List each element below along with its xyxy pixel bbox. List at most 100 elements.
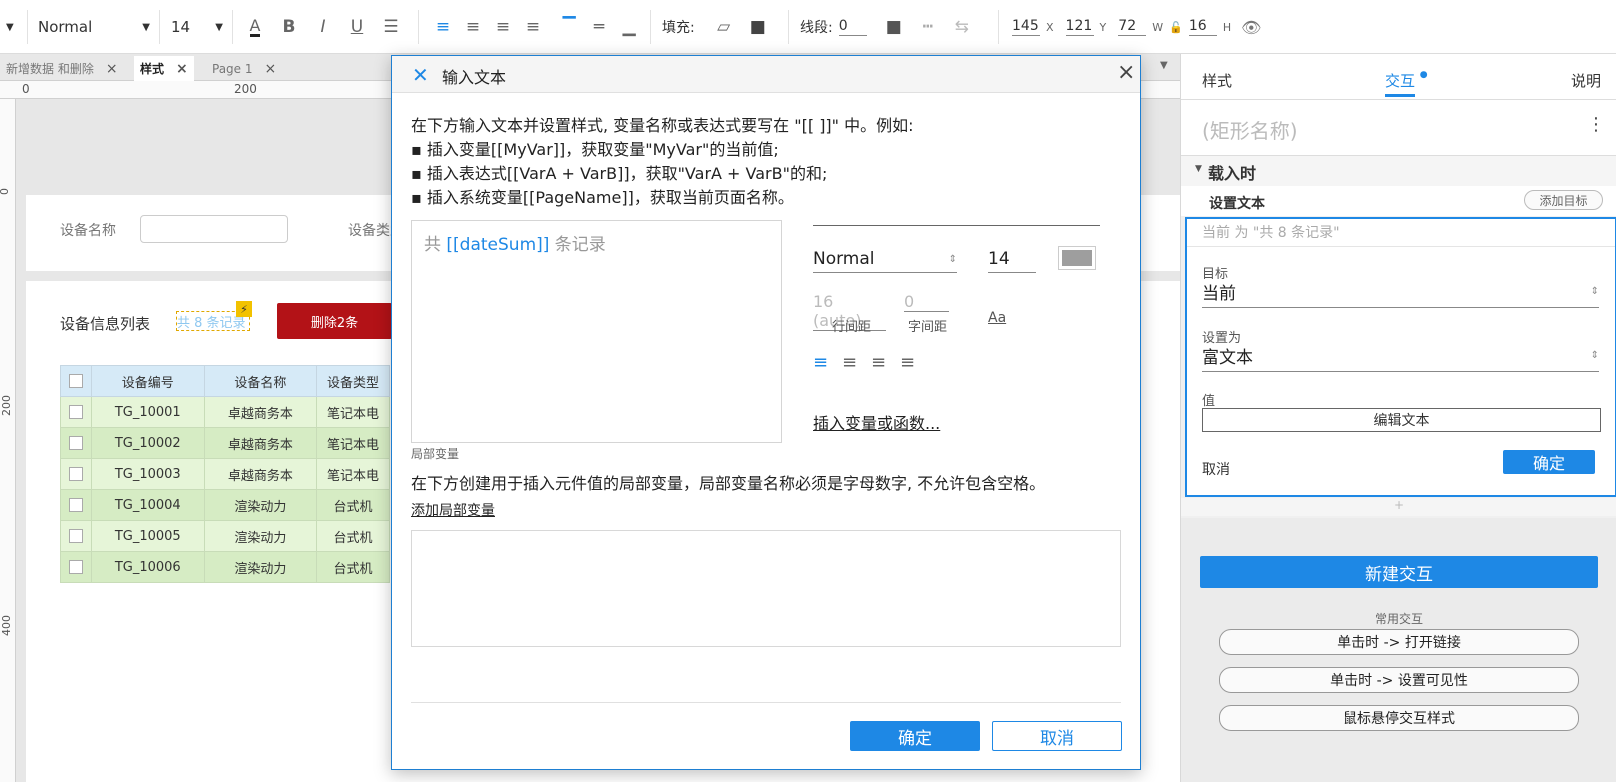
align-right-icon[interactable]: ≡ [490,14,516,40]
font-color-icon[interactable]: A [242,14,268,40]
app-logo-icon: ✕ [412,63,429,87]
table-row[interactable]: TG_10005 渲染动力 台式机 [60,520,390,552]
align-left-icon[interactable]: ≡ [813,352,842,373]
add-target-button[interactable]: 添加目标 [1524,190,1603,210]
vertical-ruler: 0 200 400 [0,99,16,782]
close-icon[interactable]: × [265,61,277,77]
text-editor[interactable]: 共 [[dateSum]] 条记录 [411,220,782,443]
letter-spacing-input[interactable]: 0 [904,292,949,312]
right-panel: 样式 交互 ● 说明 (矩形名称) ⋮ ▼ 载入时 设置文本 添加目标 当前 为… [1180,54,1616,782]
font-style-select[interactable]: Normal ⇕ [813,249,957,273]
local-vars-list[interactable] [411,530,1121,647]
dialog-cancel-button[interactable]: 取消 [992,721,1122,751]
fill-color-icon[interactable]: ■ [745,14,771,40]
align-justify-icon[interactable]: ≡ [520,14,546,40]
add-local-var-link[interactable]: 添加局部变量 [411,500,495,520]
text-case-icon[interactable]: Aa [988,310,1006,326]
confirm-button[interactable]: 确定 [1503,450,1595,474]
tab-style[interactable]: 样式 × [134,56,194,81]
valign-top-icon[interactable]: ▔ [556,14,582,40]
action-summary: 当前 为 "共 8 条记录" [1202,225,1340,241]
arrow-style-icon[interactable]: ⇆ [949,14,975,40]
toolbar-dropdown-arrow[interactable]: ▼ [6,0,14,54]
fill-none-icon[interactable]: ▱ [711,14,737,40]
edit-text-button[interactable]: 编辑文本 [1202,408,1601,432]
align-center-icon[interactable]: ≡ [842,352,871,373]
common-set-visibility-button[interactable]: 单击时 -> 设置可见性 [1219,667,1579,693]
h-input[interactable]: 16 [1188,18,1217,36]
table-row[interactable]: TG_10006 渲染动力 台式机 [60,551,390,583]
italic-icon[interactable]: I [310,14,336,40]
tab-style[interactable]: 样式 [1202,70,1232,91]
row-checkbox[interactable] [68,436,83,450]
eye-icon[interactable]: 👁 [1241,18,1261,37]
close-icon[interactable]: × [176,61,188,77]
align-right-icon[interactable]: ≡ [871,352,900,373]
dialog-ok-button[interactable]: 确定 [850,721,980,751]
lock-icon[interactable]: 🔓 [1169,21,1183,34]
device-table: 设备编号 设备名称 设备类型 TG_10001 卓越商务本 笔记本电 TG_10002… [60,365,390,583]
tab-notes[interactable]: 说明 [1571,70,1601,91]
set-as-select[interactable]: 富文本 ⇕ [1202,343,1599,372]
row-checkbox[interactable] [68,529,83,543]
more-options-icon[interactable]: ⋮ [1587,114,1605,135]
table-row[interactable]: TG_10002 卓越商务本 笔记本电 [60,427,390,459]
target-select[interactable]: 当前 ⇕ [1202,279,1599,308]
local-vars-desc: 在下方创建用于插入元件值的局部变量，局部变量名称必须是字母数字, 不允许包含空格… [411,474,1046,493]
fill-label: 填充: [662,20,695,36]
set-text-action-editor: 当前 为 "共 8 条记录" 目标 当前 ⇕ 设置为 富文本 ⇕ 值 编辑文本 取消… [1185,217,1616,497]
tabs-overflow-icon[interactable]: ▼ [1160,60,1168,71]
row-checkbox[interactable] [68,405,83,419]
cancel-link[interactable]: 取消 [1202,459,1230,479]
local-vars-title: 局部变量 [411,447,460,461]
list-title: 设备信息列表 [60,315,151,333]
w-input[interactable]: 72 [1118,18,1147,36]
delete-button[interactable]: 删除2条 [277,303,392,339]
tab-interaction[interactable]: 交互 ● [1385,70,1428,91]
common-hover-style-button[interactable]: 鼠标悬停交互样式 [1219,705,1579,731]
panel-tabs: 样式 交互 ● 说明 [1181,54,1616,100]
bullet-list-icon[interactable]: ☰ [378,14,404,40]
font-size-select[interactable]: 14 ▼ [171,0,223,54]
chevron-down-icon: ▼ [215,21,223,33]
row-checkbox[interactable] [68,498,83,512]
lightning-icon[interactable]: ⚡ [236,301,252,317]
align-center-icon[interactable]: ≡ [460,14,486,40]
insert-variable-link[interactable]: 插入变量或函数... [813,410,940,434]
close-icon[interactable]: × [106,61,118,77]
text-color-picker[interactable] [1058,246,1096,270]
stroke-dash-icon[interactable]: ┅ [915,14,941,40]
collapse-triangle-icon[interactable]: ▼ [1195,164,1202,174]
device-name-label: 设备名称 [60,223,116,239]
stroke-color-icon[interactable]: ■ [881,14,907,40]
shape-name-input[interactable]: (矩形名称) [1202,115,1298,144]
row-checkbox[interactable] [68,467,83,481]
bold-icon[interactable]: B [276,14,302,40]
dialog-header: ✕ 输入文本 × [392,56,1140,93]
tab-page-1[interactable]: Page 1 × [206,56,282,81]
underline-icon[interactable]: U [344,14,370,40]
row-checkbox[interactable] [68,560,83,574]
table-row[interactable]: TG_10004 渲染动力 台式机 [60,489,390,521]
device-name-input[interactable] [140,215,288,243]
new-interaction-button[interactable]: 新建交互 [1200,556,1598,588]
close-icon[interactable]: × [1117,60,1135,85]
valign-middle-icon[interactable]: ═ [586,14,612,40]
valign-bottom-icon[interactable]: ▁ [616,14,642,40]
x-input[interactable]: 145 [1012,18,1040,36]
add-action-icon[interactable]: + [1181,498,1616,516]
select-all-checkbox[interactable] [68,374,83,388]
stroke-width-input[interactable]: 0 [838,18,867,36]
common-interactions-title: 常用交互 [1374,612,1423,626]
table-row[interactable]: TG_10001 卓越商务本 笔记本电 [60,396,390,428]
event-title[interactable]: 载入时 [1208,160,1256,184]
align-left-icon[interactable]: ≡ [430,14,456,40]
style-select[interactable]: Normal ▼ [38,0,150,54]
table-row[interactable]: TG_10003 卓越商务本 笔记本电 [60,458,390,490]
y-input[interactable]: 121 [1065,18,1094,36]
font-size-input[interactable]: 14 [988,249,1036,273]
align-justify-icon[interactable]: ≡ [900,352,929,373]
tab-data-add-delete[interactable]: 新增数据 和删除 × [0,56,124,81]
common-open-link-button[interactable]: 单击时 -> 打开链接 [1219,629,1579,655]
stroke-label: 线段: [800,20,833,36]
